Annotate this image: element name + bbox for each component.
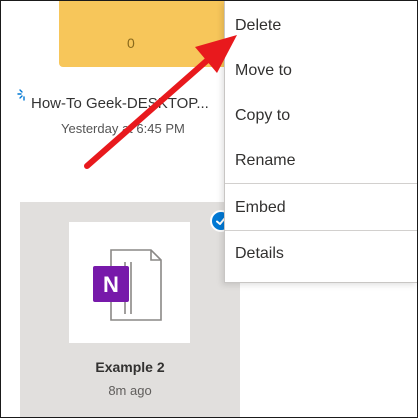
menu-item-embed[interactable]: Embed	[225, 186, 417, 230]
folder-tile[interactable]: 0	[59, 1, 241, 67]
file-modified-date: 8m ago	[108, 383, 152, 398]
folder-item-count: 0	[127, 35, 135, 51]
onenote-letter: N	[103, 272, 119, 297]
onenote-file-icon: N	[93, 249, 162, 321]
menu-item-details[interactable]: Details	[225, 232, 417, 276]
menu-item-copy-to[interactable]: Copy to	[225, 94, 417, 138]
onedrive-files-view: 0 How-To Geek-DESKTOP... Yesterday at 6:…	[0, 0, 418, 418]
file-tile-selected[interactable]: N Example 2 8m ago	[20, 202, 240, 417]
folder-modified-date: Yesterday at 6:45 PM	[61, 121, 185, 136]
file-thumbnail: N	[69, 222, 190, 343]
sync-icon	[17, 89, 25, 101]
menu-divider	[225, 183, 417, 184]
context-menu: Delete Move to Copy to Rename Embed Deta…	[224, 1, 417, 283]
menu-item-move-to[interactable]: Move to	[225, 49, 417, 93]
menu-divider	[225, 230, 417, 231]
menu-item-delete[interactable]: Delete	[225, 4, 417, 48]
folder-name[interactable]: How-To Geek-DESKTOP...	[31, 95, 209, 112]
file-name: Example 2	[95, 359, 165, 375]
menu-item-rename[interactable]: Rename	[225, 139, 417, 183]
